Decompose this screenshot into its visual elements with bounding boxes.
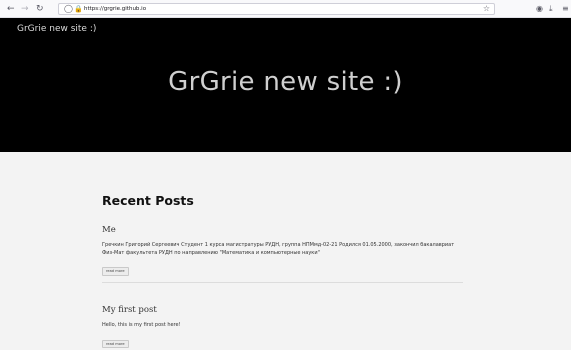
url-bar[interactable]: ◯ 🔒 https://grgrie.github.io ☆ [58,3,495,15]
read-more-button[interactable]: read more [102,267,129,276]
post-title-link[interactable]: Me [102,224,463,236]
shield-icon[interactable]: ◯ [64,4,73,14]
menu-icon[interactable]: ≡ [562,3,569,15]
post-excerpt: Hello, this is my first post here! [102,322,181,328]
download-icon[interactable]: ⤓ [549,3,553,15]
section-title: Recent Posts [102,193,194,208]
forward-icon[interactable]: → [21,3,29,15]
read-more-button[interactable]: read more [102,339,129,348]
post-divider [102,282,463,283]
post-title-link[interactable]: My first post [102,304,463,316]
post-item: My first post Hello, this is my first po… [102,304,463,349]
back-icon[interactable]: ← [7,3,15,15]
post-item: Me Гречкин Григорий Сергеевич Студент 1 … [102,224,463,276]
bookmark-star-icon[interactable]: ☆ [483,4,490,14]
site-header: GrGrie new site :) GrGrie new site :) [0,18,571,152]
browser-toolbar: ← → ↻ ◯ 🔒 https://grgrie.github.io ☆ ◉ ⤓… [0,0,571,18]
hero-title: GrGrie new site :) [168,67,403,97]
pocket-icon[interactable]: ◉ [536,3,543,15]
reload-icon[interactable]: ↻ [36,3,44,15]
url-text[interactable]: https://grgrie.github.io [84,4,146,14]
site-brand-link[interactable]: GrGrie new site :) [17,24,96,34]
post-excerpt: Гречкин Григорий Сергеевич Студент 1 кур… [102,242,455,256]
lock-icon[interactable]: 🔒 [74,4,83,14]
